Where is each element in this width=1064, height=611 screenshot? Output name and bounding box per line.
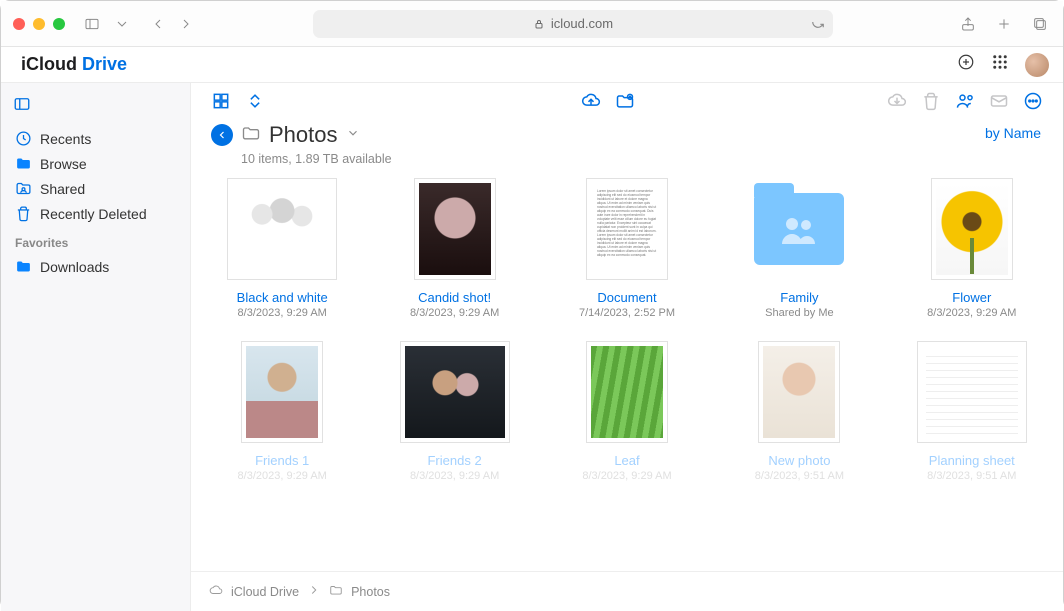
sidebar-item-recently-deleted[interactable]: Recently Deleted [7,201,184,226]
upload-icon[interactable] [581,91,601,116]
file-item[interactable]: Planning sheet 8/3/2023, 9:51 AM [891,341,1053,482]
nav-back-button[interactable] [147,14,169,34]
page-subtitle: 10 items, 1.89 TB available [191,152,1063,166]
file-name: Friends 2 [427,453,481,468]
file-meta: 7/14/2023, 2:52 PM [579,307,675,319]
page-title: Photos [269,122,338,148]
file-item[interactable]: New photo 8/3/2023, 9:51 AM [718,341,880,482]
thumbnail-image [246,346,318,438]
sidebar-label: Recently Deleted [40,206,147,222]
file-item[interactable]: Flower 8/3/2023, 9:29 AM [891,178,1053,319]
share-collab-icon[interactable] [955,91,975,116]
thumbnail-image [405,346,505,438]
file-item[interactable]: Friends 1 8/3/2023, 9:29 AM [201,341,363,482]
sidebar-label: Recents [40,131,91,147]
thumbnail-document: Lorem ipsum dolor sit amet consectetur a… [591,183,663,275]
window-controls [13,18,65,30]
new-item-icon[interactable] [957,53,975,76]
sidebar-item-browse[interactable]: Browse [7,151,184,176]
chevron-down-icon[interactable] [111,14,133,34]
thumbnail-image [936,183,1008,275]
file-meta: 8/3/2023, 9:51 AM [755,470,844,482]
file-name: Document [597,290,656,305]
sidebar-collapse-icon[interactable] [13,95,31,116]
thumbnail-image [232,183,332,275]
view-grid-icon[interactable] [211,91,231,116]
file-name: Leaf [614,453,639,468]
file-meta: 8/3/2023, 9:51 AM [927,470,1016,482]
title-chevron-icon[interactable] [346,126,360,145]
browser-chrome: icloud.com [1,1,1063,47]
file-meta: Shared by Me [765,307,833,319]
file-name: Flower [952,290,991,305]
app-header: iCloud Drive [1,47,1063,83]
maximize-window-button[interactable] [53,18,65,30]
sidebar-item-shared[interactable]: Shared [7,176,184,201]
file-grid: Black and white 8/3/2023, 9:29 AM Candid… [201,178,1053,482]
sidebar-toggle-icon[interactable] [81,14,103,34]
brand[interactable]: iCloud Drive [15,54,127,75]
breadcrumb-root[interactable]: iCloud Drive [231,585,299,599]
nav-forward-button[interactable] [175,14,197,34]
sidebar-favorites-header: Favorites [7,226,184,254]
file-meta: 8/3/2023, 9:29 AM [410,470,499,482]
thumbnail-spreadsheet [922,346,1022,438]
sidebar-label: Shared [40,181,85,197]
folder-icon [241,123,261,148]
new-folder-icon[interactable] [615,91,635,116]
share-icon[interactable] [957,14,979,34]
sidebar: Recents Browse Shared Recently Deleted F… [1,83,191,611]
back-button[interactable] [211,124,233,146]
sidebar-label: Downloads [40,259,109,275]
file-name: Family [780,290,818,305]
file-name: New photo [768,453,830,468]
view-options-icon[interactable] [245,91,265,116]
new-tab-icon[interactable] [993,14,1015,34]
thumbnail-image [763,346,835,438]
file-name: Candid shot! [418,290,491,305]
content-area: Photos 10 items, 1.89 TB available by Na… [191,83,1063,611]
folder-small-icon [329,583,343,600]
file-name: Friends 1 [255,453,309,468]
download-icon[interactable] [887,91,907,116]
thumbnail-image [419,183,491,275]
file-meta: 8/3/2023, 9:29 AM [238,470,327,482]
file-name: Planning sheet [929,453,1015,468]
delete-icon[interactable] [921,91,941,116]
minimize-window-button[interactable] [33,18,45,30]
thumbnail-image [591,346,663,438]
tabs-overview-icon[interactable] [1029,14,1051,34]
close-window-button[interactable] [13,18,25,30]
brand-word-drive: Drive [82,54,127,74]
file-meta: 8/3/2023, 9:29 AM [238,307,327,319]
file-item[interactable]: Leaf 8/3/2023, 9:29 AM [546,341,708,482]
file-meta: 8/3/2023, 9:29 AM [582,470,671,482]
sidebar-item-downloads[interactable]: Downloads [7,254,184,279]
file-meta: 8/3/2023, 9:29 AM [927,307,1016,319]
brand-word-icloud: iCloud [21,54,77,74]
toolbar [191,83,1063,120]
email-icon[interactable] [989,91,1009,116]
file-item[interactable]: Family Shared by Me [718,178,880,319]
cloud-icon [209,583,223,600]
file-item[interactable]: Friends 2 8/3/2023, 9:29 AM [373,341,535,482]
file-item[interactable]: Candid shot! 8/3/2023, 9:29 AM [373,178,535,319]
sidebar-item-recents[interactable]: Recents [7,126,184,151]
more-icon[interactable] [1023,91,1043,116]
address-text: icloud.com [551,16,613,31]
chevron-right-icon [307,583,321,600]
sort-button[interactable]: by Name [985,125,1041,141]
thumbnail-folder [754,193,844,265]
file-item[interactable]: Black and white 8/3/2023, 9:29 AM [201,178,363,319]
app-grid-icon[interactable] [991,53,1009,76]
file-name: Black and white [237,290,328,305]
address-bar[interactable]: icloud.com [313,10,833,38]
reload-icon[interactable] [811,15,825,32]
file-item[interactable]: Lorem ipsum dolor sit amet consectetur a… [546,178,708,319]
breadcrumb-bar: iCloud Drive Photos [191,571,1063,611]
sidebar-label: Browse [40,156,87,172]
file-meta: 8/3/2023, 9:29 AM [410,307,499,319]
account-avatar[interactable] [1025,53,1049,77]
breadcrumb-current[interactable]: Photos [351,585,390,599]
